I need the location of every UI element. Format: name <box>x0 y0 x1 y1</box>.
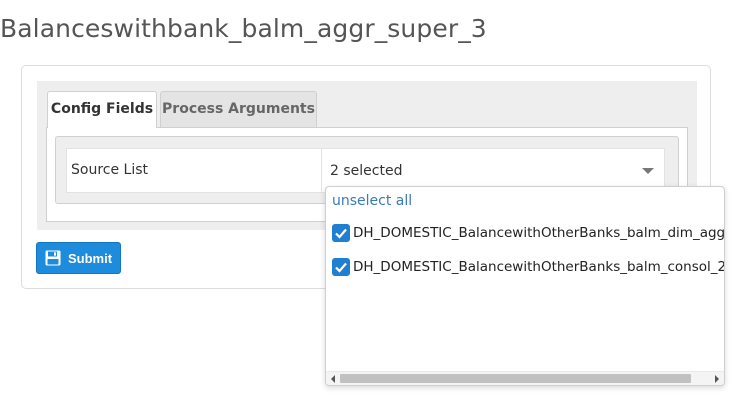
source-list-dropdown: unselect all DH_DOMESTIC_BalancewithOthe… <box>325 186 725 386</box>
floppy-disk-icon <box>45 250 61 266</box>
scroll-right-icon[interactable] <box>715 375 719 383</box>
row-divider <box>321 149 322 192</box>
page-title: Balanceswithbank_balm_aggr_super_3 <box>0 14 487 43</box>
submit-label: Submit <box>68 251 113 266</box>
tab-process-arguments[interactable]: Process Arguments <box>160 91 317 127</box>
unselect-all-link[interactable]: unselect all <box>332 193 412 209</box>
dropdown-option-label: DH_DOMESTIC_BalancewithOtherBanks_balm_d… <box>353 225 725 241</box>
tab-config-fields[interactable]: Config Fields <box>47 91 157 128</box>
source-list-select[interactable]: 2 selected <box>330 152 662 188</box>
checkbox-checked-icon[interactable] <box>332 258 350 276</box>
scroll-left-icon[interactable] <box>331 375 335 383</box>
source-list-value: 2 selected <box>330 163 403 179</box>
horizontal-scrollbar[interactable] <box>326 371 724 385</box>
source-list-label: Source List <box>71 162 149 178</box>
checkbox-checked-icon[interactable] <box>332 224 350 242</box>
dropdown-option-label: DH_DOMESTIC_BalancewithOtherBanks_balm_c… <box>353 259 725 275</box>
submit-button[interactable]: Submit <box>36 242 121 274</box>
caret-down-icon[interactable] <box>642 168 654 174</box>
dropdown-option[interactable]: DH_DOMESTIC_BalancewithOtherBanks_balm_c… <box>332 256 725 278</box>
scrollbar-thumb[interactable] <box>340 374 691 383</box>
dropdown-option[interactable]: DH_DOMESTIC_BalancewithOtherBanks_balm_d… <box>332 222 725 244</box>
